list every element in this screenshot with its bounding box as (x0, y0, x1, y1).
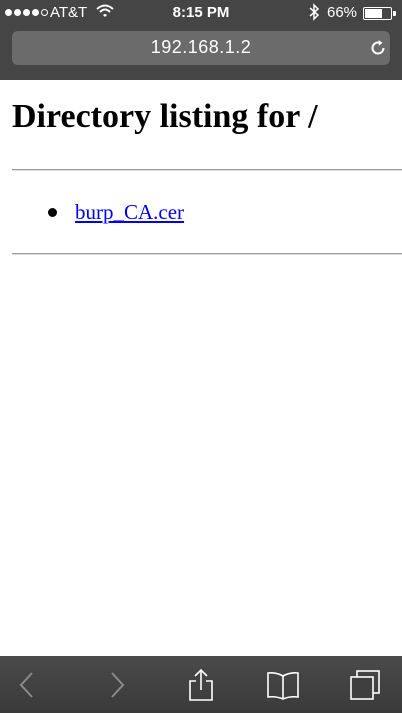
page-content: Directory listing for / burp_CA.cer (0, 80, 402, 656)
horizontal-rule (12, 169, 402, 171)
battery-percent: 66% (327, 4, 358, 21)
file-link-burp-ca[interactable]: burp_CA.cer (75, 200, 184, 225)
tabs-icon[interactable] (348, 668, 382, 702)
bullet-icon (48, 208, 57, 217)
file-list: burp_CA.cer (48, 200, 184, 225)
screen: AT&T 8:15 PM 66% 192.168.1.2 Directory l… (0, 0, 402, 713)
bookmarks-icon[interactable] (266, 668, 300, 702)
share-icon[interactable] (184, 668, 218, 702)
battery-icon (363, 7, 392, 20)
status-bar: AT&T 8:15 PM 66% (0, 0, 402, 26)
list-item: burp_CA.cer (48, 200, 184, 225)
bluetooth-icon (309, 3, 320, 21)
reload-icon[interactable] (369, 39, 387, 57)
address-bar[interactable]: 192.168.1.2 (12, 31, 390, 65)
browser-toolbar (0, 656, 402, 713)
browser-header: AT&T 8:15 PM 66% 192.168.1.2 (0, 0, 402, 80)
horizontal-rule (12, 253, 402, 255)
chevron-left-icon[interactable] (10, 668, 44, 702)
chevron-right-icon[interactable] (100, 668, 134, 702)
page-title: Directory listing for / (12, 98, 318, 135)
battery-nub (393, 11, 396, 16)
url-text[interactable]: 192.168.1.2 (12, 37, 390, 58)
